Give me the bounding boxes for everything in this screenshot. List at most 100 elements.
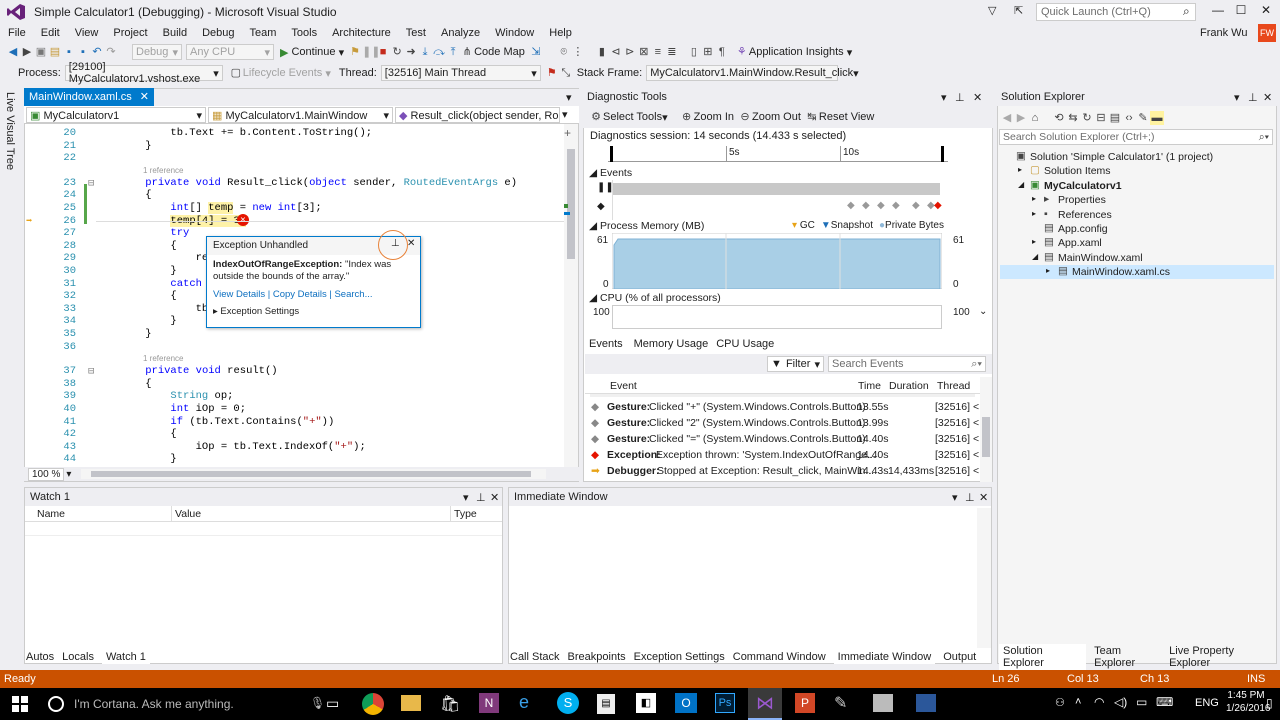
restart-icon[interactable]: ↻	[390, 45, 404, 59]
event-marker[interactable]: ◆	[892, 200, 900, 211]
error-icon[interactable]: ✕	[237, 213, 249, 226]
photoshop-icon[interactable]: Ps	[715, 693, 735, 713]
horizontal-scrollbar[interactable]	[81, 469, 547, 479]
menu-tools[interactable]: Tools	[291, 27, 317, 39]
diag-tab-memory-usage[interactable]: Memory Usage	[634, 338, 709, 350]
wifi-icon[interactable]: ◠	[1094, 695, 1104, 709]
solx-close-icon[interactable]: ✕	[1263, 91, 1272, 104]
quick-launch-input[interactable]: Quick Launch (Ctrl+Q)	[1036, 3, 1196, 21]
zoom-out-button[interactable]: ⊖ Zoom Out	[738, 109, 801, 125]
project-dropdown[interactable]: ▣ MyCalculatorv1 ▾	[26, 107, 206, 123]
menu-help[interactable]: Help	[549, 27, 572, 39]
show-all-files-icon[interactable]: ▤	[1108, 111, 1122, 125]
bookmark-next-icon[interactable]: ⊳	[623, 45, 637, 59]
code-line[interactable]: try	[120, 227, 189, 239]
event-marker[interactable]: ◆	[912, 200, 920, 211]
undo-icon[interactable]: ↶	[90, 45, 104, 59]
col-event[interactable]: Event	[610, 380, 637, 392]
tree-expand-icon[interactable]: ◢	[1018, 180, 1024, 189]
document-icon[interactable]: ▤	[597, 694, 615, 714]
menu-team[interactable]: Team	[250, 27, 277, 39]
language-indicator[interactable]: ENG	[1195, 697, 1219, 709]
code-line[interactable]: iOp = tb.Text.IndexOf("+");	[120, 441, 366, 453]
code-line[interactable]: }	[120, 328, 151, 340]
sync-icon[interactable]: ⟲	[1052, 111, 1066, 125]
selection-start-handle[interactable]	[610, 146, 613, 162]
event-row[interactable]: ➡ Debugger: Stopped at Exception: Result_c…	[585, 464, 980, 480]
solx-pin-icon[interactable]: ⊥	[1248, 91, 1258, 104]
event-row[interactable]: ◆ Gesture: Clicked "+" (System.Windows.Con…	[585, 400, 980, 416]
code-line[interactable]: {	[120, 240, 176, 252]
tab-breakpoints[interactable]: Breakpoints	[568, 651, 626, 663]
view-code-icon[interactable]: ‹›	[1122, 111, 1136, 125]
action-center-icon[interactable]: ▯	[1266, 696, 1273, 710]
code-line[interactable]: }	[120, 315, 176, 327]
reference-codelens[interactable]: 1 reference	[143, 166, 183, 175]
solx-forward-icon[interactable]: ▶	[1014, 111, 1028, 125]
close-button[interactable]: ✕	[1256, 3, 1276, 21]
save-all-icon[interactable]: ▪	[76, 45, 90, 59]
code-line[interactable]: {	[120, 290, 176, 302]
stack-frame-dropdown[interactable]: MyCalculatorv1.MainWindow.Result_click ▾	[646, 65, 859, 81]
memory-graph[interactable]	[612, 233, 942, 289]
solution-search-input[interactable]: Search Solution Explorer (Ctrl+;) ⌕▾	[999, 129, 1273, 145]
type-dropdown[interactable]: ▦ MyCalculatorv1.MainWindow ▾	[208, 107, 393, 123]
tab-watch-1[interactable]: Watch 1	[101, 649, 150, 664]
zoom-in-button[interactable]: ⊕ Zoom In	[680, 109, 734, 125]
app-icon-2[interactable]	[916, 694, 936, 712]
tab-live-property-explorer[interactable]: Live Property Explorer	[1169, 645, 1272, 669]
tab-output[interactable]: Output	[943, 651, 976, 663]
application-insights-button[interactable]: ⚘ Application Insights ▾	[735, 44, 852, 60]
search-link[interactable]: Search...	[334, 289, 372, 300]
paint-icon[interactable]: ✎	[834, 693, 847, 713]
diag-dropdown-icon[interactable]: ▾	[941, 91, 947, 104]
member-dropdown[interactable]: ◆ Result_click(object sender, RoutedEv	[395, 107, 560, 123]
layout-icon[interactable]: ⊞	[701, 45, 715, 59]
editor-scroll-thumb[interactable]	[567, 149, 575, 259]
attach-icon[interactable]: ⚑	[348, 45, 362, 59]
volume-icon[interactable]: ◁)	[1114, 695, 1127, 709]
col-time[interactable]: Time	[858, 380, 881, 392]
immediate-pin-icon[interactable]: ⊥	[965, 491, 975, 504]
tree-item[interactable]: ▣ Solution 'Simple Calculator1' (1 projec…	[1000, 150, 1274, 164]
cortana-search-box[interactable]: I'm Cortana. Ask me anything. 🎙	[40, 688, 325, 720]
reference-codelens[interactable]: 1 reference	[143, 354, 183, 363]
task-view-icon[interactable]: ▭	[326, 695, 339, 712]
tab-overflow-icon[interactable]: ▾	[566, 91, 572, 104]
store-icon[interactable]: 🛍	[440, 694, 460, 714]
new-project-icon[interactable]: ▣	[34, 45, 48, 59]
step-over-icon[interactable]: ⤼	[432, 45, 446, 59]
powerpoint-icon[interactable]: P	[795, 693, 815, 713]
filter-dropdown[interactable]: ▼ Filter ▾	[767, 356, 824, 372]
forward-icon[interactable]: ▶	[20, 45, 34, 59]
events-scrollbar[interactable]	[980, 377, 992, 482]
tree-item[interactable]: ▸ ▤ MainWindow.xaml.cs	[1000, 265, 1274, 280]
select-tools-button[interactable]: ⚙ Select Tools ▾	[589, 109, 668, 125]
threads-icon[interactable]: ⋮	[571, 45, 585, 59]
menu-window[interactable]: Window	[495, 27, 534, 39]
cpu-section-label[interactable]: ◢ CPU (% of all processors)	[589, 292, 721, 304]
code-line[interactable]: {	[120, 189, 151, 201]
watch-col-type[interactable]: Type	[454, 508, 477, 520]
watch-pin-icon[interactable]: ⊥	[476, 491, 486, 504]
comment-icon[interactable]: ≡	[651, 45, 665, 59]
edge-icon[interactable]: e	[519, 692, 529, 713]
tab-command-window[interactable]: Command Window	[733, 651, 826, 663]
exception-settings-expander[interactable]: ▸ Exception Settings	[207, 302, 420, 321]
memory-section-label[interactable]: ◢ Process Memory (MB)	[589, 220, 704, 232]
solx-dropdown-icon[interactable]: ▾	[1234, 91, 1240, 104]
diag-tab-events[interactable]: Events	[586, 337, 626, 351]
tab-immediate-window[interactable]: Immediate Window	[833, 649, 936, 664]
close-tab-icon[interactable]: ✕	[140, 90, 149, 103]
minimize-button[interactable]: —	[1208, 3, 1228, 21]
menu-file[interactable]: File	[8, 27, 26, 39]
col-duration[interactable]: Duration	[889, 380, 929, 392]
pointer-icon[interactable]: ⇲	[529, 45, 543, 59]
tab-call-stack[interactable]: Call Stack	[510, 651, 560, 663]
code-line[interactable]: String op;	[120, 390, 233, 402]
zoom-dropdown-icon[interactable]: ▾	[66, 469, 71, 480]
back-icon[interactable]: ◀	[6, 45, 20, 59]
file-explorer-icon[interactable]	[401, 695, 421, 711]
selection-end-handle[interactable]	[941, 146, 944, 162]
code-line[interactable]: private void Result_click(object sender,…	[120, 177, 517, 189]
